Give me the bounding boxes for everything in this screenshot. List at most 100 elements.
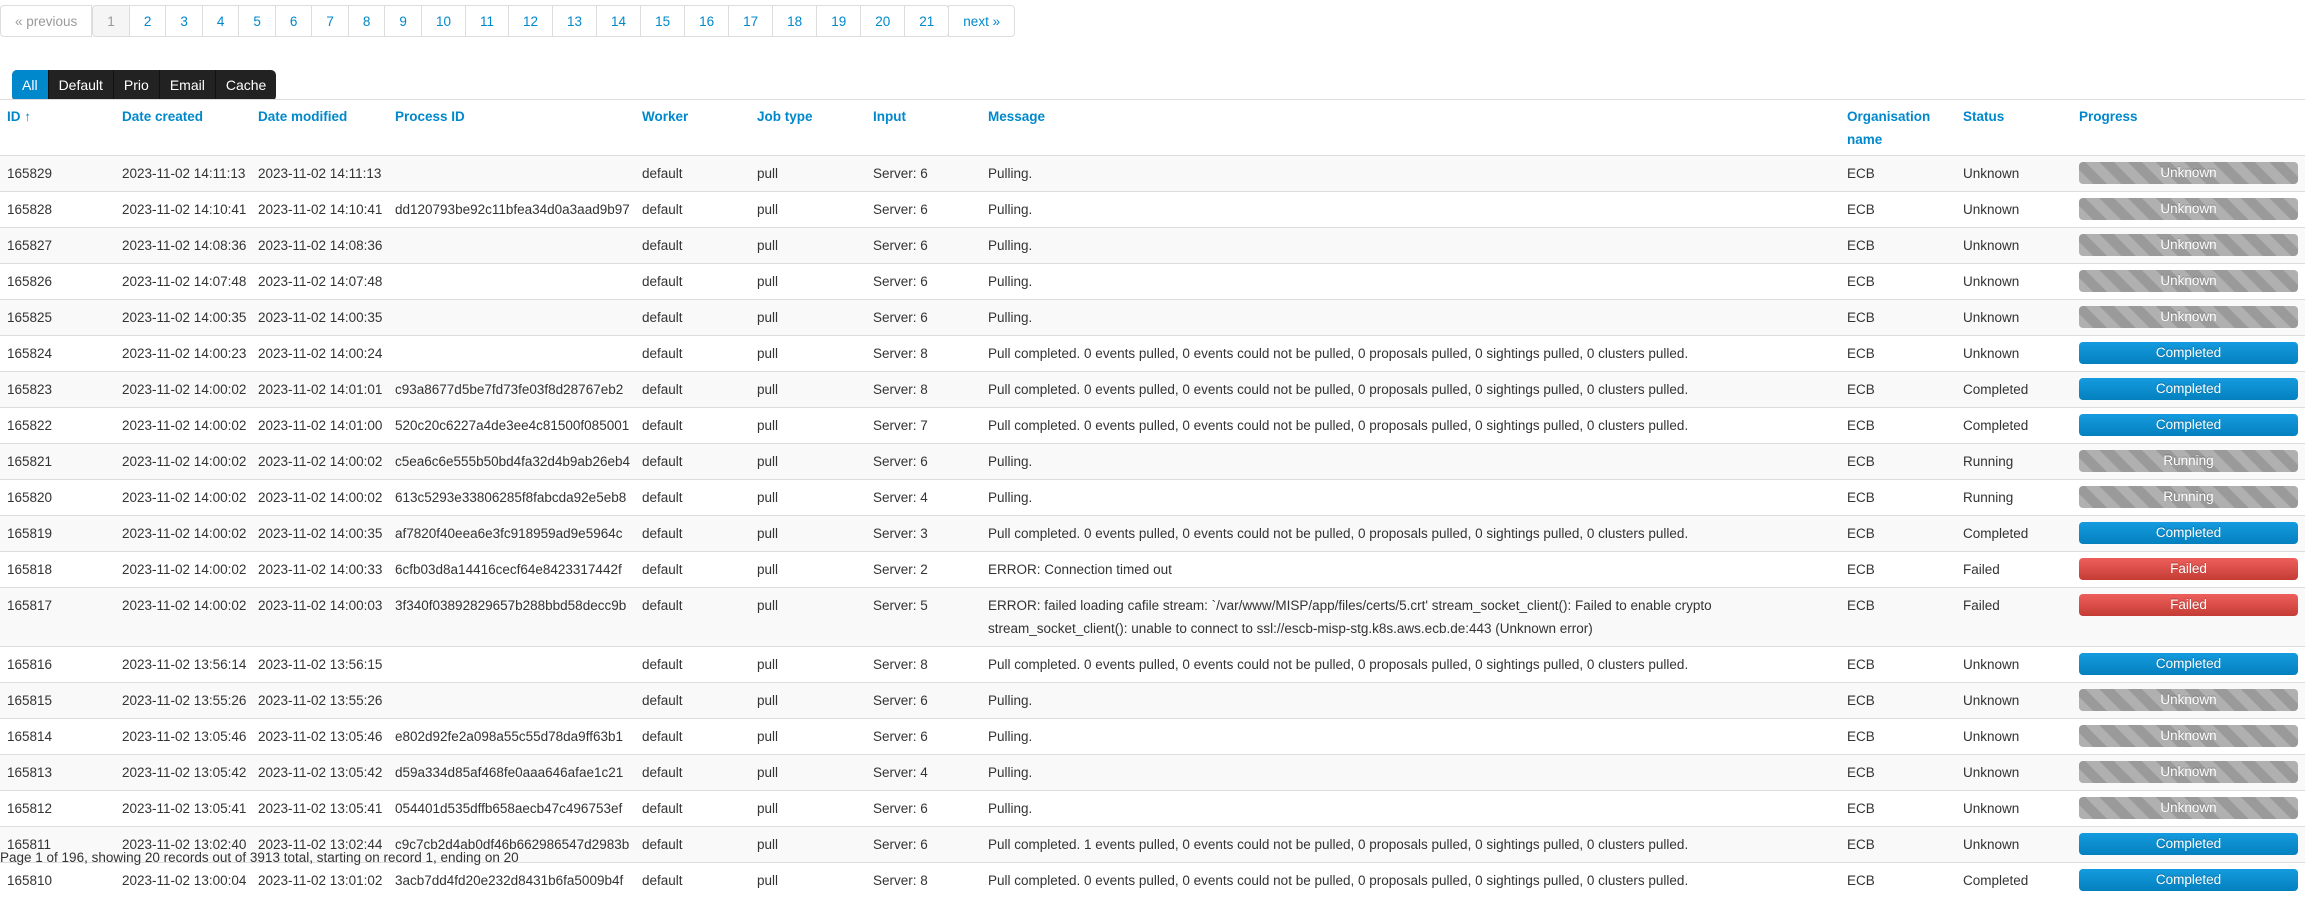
table-row: 1658212023-11-02 14:00:022023-11-02 14:0… xyxy=(0,444,2305,480)
cell-job-type: pull xyxy=(750,264,866,300)
cell-organisation: ECB xyxy=(1840,755,1956,791)
cell-worker: default xyxy=(635,755,750,791)
cell-status: Unknown xyxy=(1956,300,2072,336)
pagination-page[interactable]: 11 xyxy=(465,5,509,37)
cell-input: Server: 4 xyxy=(866,755,981,791)
pagination-page[interactable]: 8 xyxy=(348,5,386,37)
cell-id: 165818 xyxy=(0,552,115,588)
cell-input: Server: 6 xyxy=(866,192,981,228)
filter-cache-button[interactable]: Cache xyxy=(216,70,276,101)
cell-organisation: ECB xyxy=(1840,683,1956,719)
cell-process-id: 054401d535dffb658aecb47c496753ef xyxy=(388,791,635,827)
cell-job-type: pull xyxy=(750,719,866,755)
cell-date-modified: 2023-11-02 13:05:42 xyxy=(251,755,388,791)
pagination-page[interactable]: 12 xyxy=(508,5,553,37)
cell-message: Pulling. xyxy=(981,156,1840,192)
header-id[interactable]: ID ↑ xyxy=(0,100,115,156)
header-worker[interactable]: Worker xyxy=(635,100,750,156)
header-date-created[interactable]: Date created xyxy=(115,100,251,156)
cell-date-created: 2023-11-02 14:00:23 xyxy=(115,336,251,372)
cell-worker: default xyxy=(635,480,750,516)
cell-worker: default xyxy=(635,791,750,827)
cell-id: 165821 xyxy=(0,444,115,480)
cell-progress: Failed xyxy=(2072,552,2305,588)
pagination-page[interactable]: 21 xyxy=(904,5,949,37)
cell-input: Server: 2 xyxy=(866,552,981,588)
header-message[interactable]: Message xyxy=(981,100,1840,156)
cell-date-modified: 2023-11-02 14:08:36 xyxy=(251,228,388,264)
pagination-page[interactable]: 5 xyxy=(238,5,276,37)
cell-status: Completed xyxy=(1956,408,2072,444)
progress-bar: Completed xyxy=(2079,653,2298,675)
cell-message: Pulling. xyxy=(981,264,1840,300)
cell-date-modified: 2023-11-02 14:01:01 xyxy=(251,372,388,408)
pagination-page[interactable]: 1 xyxy=(92,5,130,37)
header-job-type[interactable]: Job type xyxy=(750,100,866,156)
table-row: 1658282023-11-02 14:10:412023-11-02 14:1… xyxy=(0,192,2305,228)
progress-bar: Failed xyxy=(2079,558,2298,580)
cell-worker: default xyxy=(635,552,750,588)
pagination-page[interactable]: 14 xyxy=(596,5,641,37)
cell-job-type: pull xyxy=(750,647,866,683)
pagination-next[interactable]: next » xyxy=(948,5,1015,37)
cell-progress: Failed xyxy=(2072,588,2305,647)
header-organisation-name[interactable]: Organisation name xyxy=(1840,100,1956,156)
cell-job-type: pull xyxy=(750,192,866,228)
table-row: 1658162023-11-02 13:56:142023-11-02 13:5… xyxy=(0,647,2305,683)
pagination-page[interactable]: 19 xyxy=(816,5,861,37)
cell-progress: Unknown xyxy=(2072,683,2305,719)
header-date-modified[interactable]: Date modified xyxy=(251,100,388,156)
cell-progress: Completed xyxy=(2072,408,2305,444)
cell-date-created: 2023-11-02 14:00:02 xyxy=(115,588,251,647)
cell-job-type: pull xyxy=(750,791,866,827)
cell-status: Unknown xyxy=(1956,156,2072,192)
progress-bar: Completed xyxy=(2079,869,2298,891)
cell-organisation: ECB xyxy=(1840,300,1956,336)
cell-organisation: ECB xyxy=(1840,228,1956,264)
cell-progress: Unknown xyxy=(2072,755,2305,791)
pagination-summary: Page 1 of 196, showing 20 records out of… xyxy=(0,850,519,865)
table-row: 1658222023-11-02 14:00:022023-11-02 14:0… xyxy=(0,408,2305,444)
pagination-page[interactable]: 9 xyxy=(384,5,422,37)
header-status[interactable]: Status xyxy=(1956,100,2072,156)
filter-prio-button[interactable]: Prio xyxy=(114,70,160,101)
cell-message: Pulling. xyxy=(981,444,1840,480)
table-row: 1658262023-11-02 14:07:482023-11-02 14:0… xyxy=(0,264,2305,300)
progress-bar: Unknown xyxy=(2079,797,2298,819)
cell-input: Server: 5 xyxy=(866,588,981,647)
cell-status: Completed xyxy=(1956,372,2072,408)
cell-input: Server: 6 xyxy=(866,228,981,264)
pagination-page[interactable]: 4 xyxy=(202,5,240,37)
filter-email-button[interactable]: Email xyxy=(160,70,216,101)
progress-bar: Unknown xyxy=(2079,306,2298,328)
pagination-page[interactable]: 20 xyxy=(860,5,905,37)
pagination-page[interactable]: 6 xyxy=(275,5,313,37)
filter-default-button[interactable]: Default xyxy=(49,70,114,101)
cell-process-id: dd120793be92c11bfea34d0a3aad9b97 xyxy=(388,192,635,228)
pagination-page[interactable]: 13 xyxy=(552,5,597,37)
cell-worker: default xyxy=(635,588,750,647)
cell-progress: Completed xyxy=(2072,647,2305,683)
cell-organisation: ECB xyxy=(1840,156,1956,192)
cell-date-created: 2023-11-02 14:00:02 xyxy=(115,516,251,552)
cell-date-created: 2023-11-02 13:55:26 xyxy=(115,683,251,719)
pagination-page[interactable]: 7 xyxy=(311,5,349,37)
pagination-page[interactable]: 18 xyxy=(772,5,817,37)
pagination-page[interactable]: 3 xyxy=(165,5,203,37)
cell-organisation: ECB xyxy=(1840,192,1956,228)
cell-id: 165824 xyxy=(0,336,115,372)
header-progress[interactable]: Progress xyxy=(2072,100,2305,156)
cell-organisation: ECB xyxy=(1840,444,1956,480)
filter-all-button[interactable]: All xyxy=(12,70,49,101)
pagination-page[interactable]: 10 xyxy=(421,5,466,37)
header-process-id[interactable]: Process ID xyxy=(388,100,635,156)
cell-input: Server: 6 xyxy=(866,444,981,480)
cell-worker: default xyxy=(635,719,750,755)
header-input[interactable]: Input xyxy=(866,100,981,156)
pagination-page[interactable]: 16 xyxy=(684,5,729,37)
pagination-page[interactable]: 15 xyxy=(640,5,685,37)
cell-id: 165816 xyxy=(0,647,115,683)
pagination-page[interactable]: 2 xyxy=(129,5,167,37)
pagination-page[interactable]: 17 xyxy=(728,5,773,37)
cell-message: Pull completed. 0 events pulled, 0 event… xyxy=(981,336,1840,372)
